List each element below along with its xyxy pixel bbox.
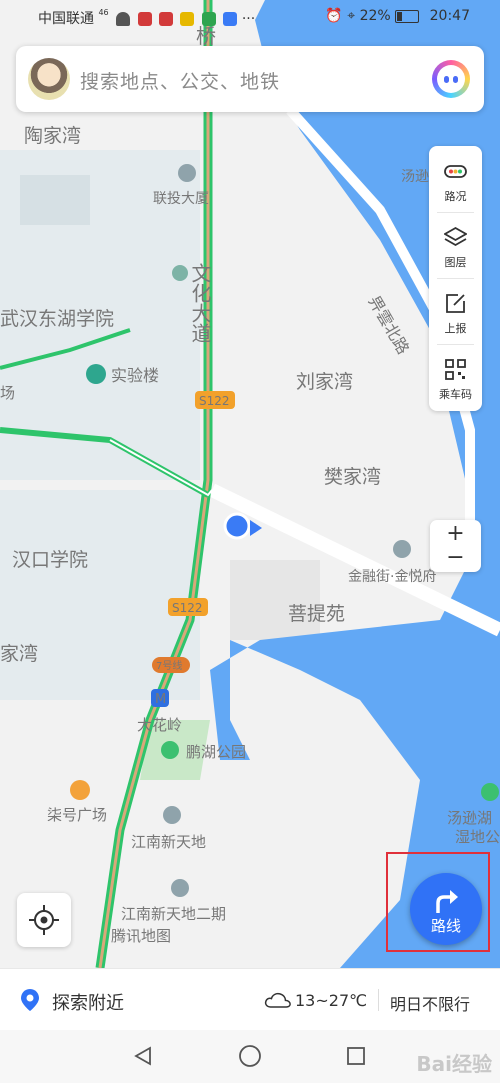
status-bar: 中国联通 46 ··· ⏰ ⌖ 22% 20:47 <box>0 0 500 34</box>
status-right: ⏰ ⌖ 22% 20:47 <box>325 8 470 24</box>
label-tencent: 腾讯地图 <box>111 927 171 945</box>
label-wetland: 湿地公 <box>455 828 500 846</box>
label-penghu: 鹏湖公园 <box>186 743 246 761</box>
plaza-poi-icon[interactable] <box>70 780 90 800</box>
current-location-dot <box>223 512 251 540</box>
tool-layers-label: 图层 <box>444 256 467 269</box>
battery-percent: 22% <box>359 8 391 24</box>
label-s122-south: S122 <box>172 601 203 615</box>
alarm-icon: ⏰ <box>325 8 343 24</box>
map-tools-panel: 路况 图层 上报 乘车码 <box>429 146 482 411</box>
label-hankou: 汉口学院 <box>12 549 88 571</box>
bottom-info-bar: 探索附近 13~27℃ 明日不限行 <box>0 968 500 1031</box>
lab-poi-icon[interactable] <box>86 364 106 384</box>
label-s122-north: S122 <box>199 394 230 408</box>
battery-icon <box>395 9 420 23</box>
shield-icon <box>201 12 216 26</box>
network-label: 46 <box>98 8 109 17</box>
clock: 20:47 <box>429 8 470 24</box>
label-metro: M <box>155 692 166 707</box>
label-chang: 场 <box>0 384 15 402</box>
system-nav-bar: Bai经验 <box>0 1030 500 1083</box>
label-putiyuan: 菩提苑 <box>288 603 345 625</box>
assistant-eye-left <box>444 76 449 83</box>
search-bar[interactable]: 搜索地点、公交、地铁 <box>16 46 484 112</box>
residence-poi-icon[interactable] <box>393 540 411 558</box>
locate-me-button[interactable] <box>17 893 71 947</box>
label-jiangnan2: 江南新天地二期 <box>121 905 226 923</box>
watermark: Bai经验 <box>416 1052 492 1076</box>
cloud-icon <box>264 992 291 1008</box>
label-dahualing: 大花岭 <box>137 716 182 734</box>
weather-temperature[interactable]: 13~27℃ <box>295 991 367 1010</box>
avatar[interactable] <box>28 58 70 100</box>
assistant-eye-right <box>453 76 458 83</box>
traffic-icon <box>444 165 467 178</box>
maps-app-icon <box>223 12 238 26</box>
mall-poi-icon[interactable] <box>163 806 181 824</box>
divider <box>378 989 379 1011</box>
map-canvas[interactable]: 桥 陶家湾 联投大厦 文化大道 武汉东湖学院 场 实验楼 S122 刘家湾 樊家… <box>0 0 500 968</box>
label-liantou: 联投大厦 <box>153 191 209 207</box>
tool-report-label: 上报 <box>444 322 467 335</box>
label-fanjiawan: 樊家湾 <box>324 466 381 488</box>
label-taojiawan: 陶家湾 <box>24 125 81 147</box>
search-input[interactable]: 搜索地点、公交、地铁 <box>80 67 280 94</box>
label-wenhua: 文化大道 <box>188 263 212 343</box>
label-wuhan-donghu: 武汉东湖学院 <box>0 308 114 330</box>
traffic-restriction[interactable]: 明日不限行 <box>390 991 470 1015</box>
building-block <box>20 175 90 225</box>
building-block-2 <box>230 560 320 640</box>
status-left: 中国联通 46 ··· <box>38 8 255 28</box>
zoom-in-button[interactable]: + <box>430 522 481 546</box>
label-jiawan: 家湾 <box>0 643 38 665</box>
label-line7: 7号线 <box>156 659 182 672</box>
label-jinrong: 金融街·金悦府 <box>348 569 436 585</box>
building-poi-icon[interactable] <box>178 164 196 182</box>
wifi-icon <box>116 12 131 26</box>
carrier-label: 中国联通 <box>38 11 94 27</box>
crosshair-icon <box>29 905 59 935</box>
label-shiyanlou: 实验楼 <box>111 366 159 385</box>
tool-qr-label: 乘车码 <box>439 388 472 401</box>
tool-layers[interactable]: 图层 <box>429 212 482 278</box>
location-icon: ⌖ <box>347 8 356 24</box>
campus-poi-icon[interactable] <box>172 265 188 281</box>
label-jiangnan: 江南新天地 <box>131 833 206 851</box>
park-poi-icon[interactable] <box>161 741 179 759</box>
recents-icon[interactable] <box>346 1046 366 1066</box>
highlight-box <box>386 852 490 952</box>
qr-code-icon <box>445 359 466 380</box>
report-icon <box>446 294 465 313</box>
home-icon[interactable] <box>238 1044 262 1068</box>
label-liuhao: 柒号广场 <box>47 806 107 824</box>
mall2-poi-icon[interactable] <box>171 879 189 897</box>
label-tangxun-b: 汤逊湖 <box>447 809 492 827</box>
label-tangxun-a: 汤逊 <box>401 169 429 185</box>
label-liujiawan: 刘家湾 <box>296 371 353 393</box>
zoom-control: + − <box>430 520 481 572</box>
location-pin-icon <box>21 989 39 1011</box>
wetland-poi-icon[interactable] <box>481 783 499 801</box>
layers-icon <box>444 226 467 247</box>
notification-icon <box>180 12 195 26</box>
voice-assistant-icon[interactable] <box>432 60 470 98</box>
zoom-out-button[interactable]: − <box>430 546 481 570</box>
back-icon[interactable] <box>133 1046 153 1066</box>
tool-traffic-label: 路况 <box>444 190 467 203</box>
tool-traffic[interactable]: 路况 <box>429 146 482 212</box>
mic-icon <box>137 12 152 26</box>
app-icon <box>159 12 173 26</box>
more-dots: ··· <box>241 11 256 27</box>
tool-report[interactable]: 上报 <box>429 278 482 344</box>
tool-qr[interactable]: 乘车码 <box>429 344 482 410</box>
explore-nearby[interactable]: 探索附近 <box>52 989 124 1015</box>
